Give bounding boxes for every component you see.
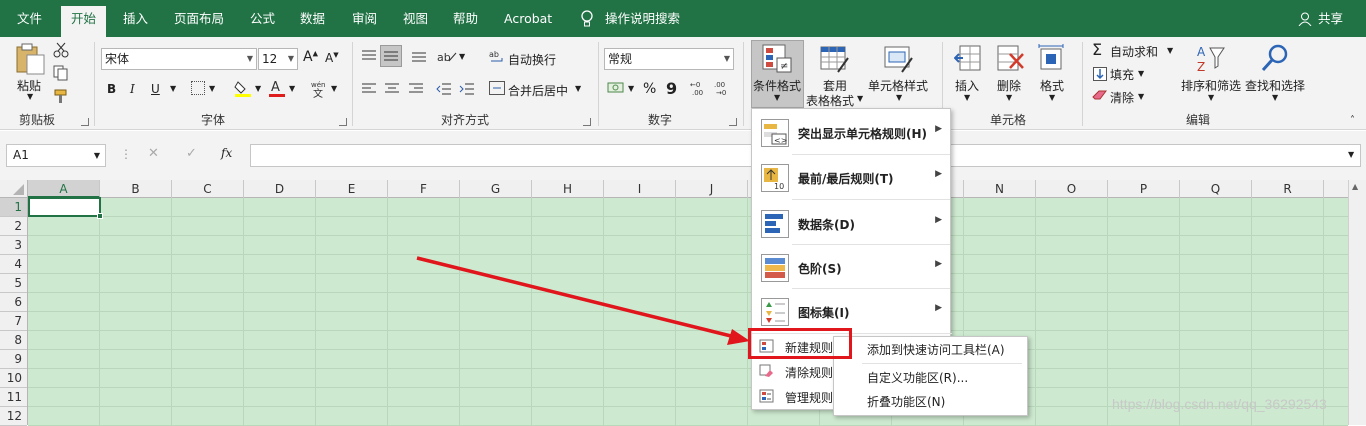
menu-separator [792, 199, 950, 200]
svg-text:<>: <> [774, 136, 787, 145]
highlight-cells-icon: <> [761, 119, 789, 147]
menu-top-bottom-rules[interactable]: 10 最前/最后规则(T) ▶ [752, 158, 950, 198]
data-bars-icon [761, 210, 789, 238]
svg-text:10: 10 [774, 182, 784, 191]
menu-separator [862, 363, 1022, 364]
submenu-arrow-icon: ▶ [935, 124, 942, 134]
highlight-box [748, 328, 852, 359]
menu-icon-sets[interactable]: 图标集(I) ▶ [752, 292, 950, 332]
submenu-arrow-icon: ▶ [935, 259, 942, 269]
watermark: https://blog.csdn.net/qq_36292543 [1112, 396, 1327, 412]
menu-separator [792, 288, 950, 289]
add-to-quick-access-item[interactable]: 添加到快速访问工具栏(A) [834, 338, 1027, 362]
clear-rules-icon [759, 364, 774, 378]
top-bottom-icon: 10 [761, 164, 789, 192]
annotation-arrow [416, 256, 750, 345]
submenu-arrow-icon: ▶ [935, 215, 942, 225]
submenu-arrow-icon: ▶ [935, 169, 942, 179]
menu-highlight-cells-rules[interactable]: <> 突出显示单元格规则(H) ▶ [752, 113, 950, 153]
color-scales-icon [761, 254, 789, 282]
menu-separator [792, 244, 950, 245]
manage-rules-icon [759, 389, 774, 403]
collapse-ribbon-item[interactable]: 折叠功能区(N) [834, 390, 1027, 414]
menu-data-bars[interactable]: 数据条(D) ▶ [752, 204, 950, 244]
icon-sets-icon [761, 298, 789, 326]
menu-color-scales[interactable]: 色阶(S) ▶ [752, 248, 950, 288]
submenu-arrow-icon: ▶ [935, 303, 942, 313]
customize-ribbon-item[interactable]: 自定义功能区(R)... [834, 366, 1027, 390]
menu-separator [792, 154, 950, 155]
